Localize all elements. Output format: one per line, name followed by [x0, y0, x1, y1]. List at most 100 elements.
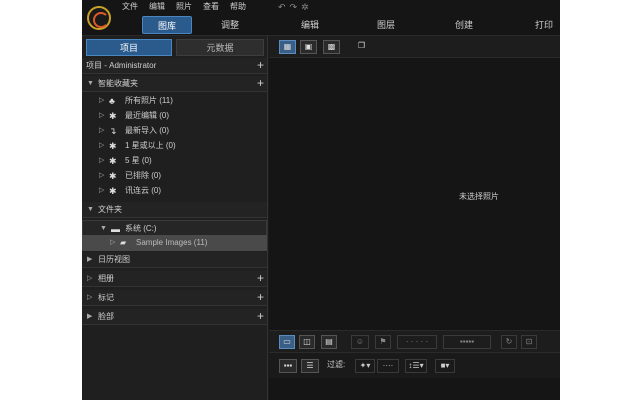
collapsed-arrow-icon[interactable]: ▷ [99, 93, 104, 109]
grid-view-icon[interactable]: ▩ [323, 40, 340, 54]
folders-header[interactable]: ▼ 文件夹 [82, 202, 267, 218]
tab-print[interactable]: 打印 [524, 16, 560, 34]
tab-projects[interactable]: 项目 [86, 39, 172, 56]
color-filter-icon[interactable]: ■▾ [435, 359, 455, 373]
menu-file[interactable]: 文件 [122, 1, 138, 13]
collapsed-arrow-icon[interactable]: ▶ [87, 252, 92, 268]
folder-label: Sample Images (11) [136, 238, 208, 247]
module-tabs: 图库 调整 编辑 图层 创建 打印 [82, 16, 560, 34]
drive-item[interactable]: ▼ ▬ 系统 (C:) [82, 220, 267, 236]
add-face-icon[interactable]: + [257, 309, 264, 324]
color-labels-icon[interactable]: ▪▪▪▪▪ [443, 335, 491, 349]
sort-icon[interactable]: ↕☰▾ [405, 359, 427, 373]
magic-wand-icon: ✱ [109, 111, 117, 121]
menu-edit[interactable]: 编辑 [149, 1, 165, 13]
collapsed-arrow-icon[interactable]: ▷ [99, 153, 104, 169]
collapsed-arrow-icon[interactable]: ▷ [87, 271, 92, 287]
no-photo-selected-message: 未选择照片 [459, 192, 499, 201]
smart-collection-one-star[interactable]: ▷ ✱ 1 星或以上 (0) [82, 138, 267, 154]
filter-icon[interactable]: ✦▾ [355, 359, 375, 373]
folders-label: 文件夹 [98, 205, 122, 214]
collapsed-arrow-icon[interactable]: ▷ [99, 138, 104, 154]
settings-icon[interactable]: ✲ [301, 1, 309, 13]
compare-view-icon[interactable]: ❐ [353, 40, 370, 54]
tab-metadata[interactable]: 元数据 [176, 39, 264, 56]
library-panel: 项目 元数据 项目 - Administrator + ▼ 智能收藏夹 + ▷ … [82, 36, 268, 400]
collection-label: 所有照片 (11) [125, 96, 173, 105]
rotate-icon[interactable]: ↻ [501, 335, 517, 349]
collapsed-arrow-icon[interactable]: ▷ [99, 168, 104, 184]
menu-photo[interactable]: 照片 [176, 1, 192, 13]
photo-browser: ▦ ▣ ▩ ❐ 未选择照片 ▭ ◫ ▤ ☺ ⚑ · · · · · ▪▪▪▪▪ … [269, 36, 560, 400]
smart-collection-five-star[interactable]: ▷ ✱ 5 星 (0) [82, 153, 267, 169]
tags-header[interactable]: ▷ 标记 + [82, 290, 267, 306]
smart-collection-recent-imports[interactable]: ▷ ↴ 最新导入 (0) [82, 123, 267, 139]
person-tag-icon[interactable]: ☺ [351, 335, 369, 349]
menu-bar: 文件 编辑 照片 查看 帮助 [122, 1, 246, 13]
albums-header[interactable]: ▷ 相册 + [82, 271, 267, 287]
expanded-arrow-icon[interactable]: ▼ [87, 202, 94, 218]
collection-label: 1 星或以上 (0) [125, 141, 176, 150]
smart-collections-header[interactable]: ▼ 智能收藏夹 + [82, 76, 267, 92]
photos-icon: ♣ [109, 96, 115, 106]
app-window: 文件 编辑 照片 查看 帮助 ↶ ↷ ✲ 图库 调整 编辑 图层 创建 打印 项… [82, 0, 560, 400]
collapsed-arrow-icon[interactable]: ▶ [87, 309, 92, 325]
collapsed-arrow-icon[interactable]: ▷ [87, 290, 92, 306]
calendar-view-header[interactable]: ▶ 日历视图 [82, 252, 267, 268]
faces-header[interactable]: ▶ 脸部 + [82, 309, 267, 325]
list-view-icon[interactable]: ☰ [301, 359, 319, 373]
menu-help[interactable]: 帮助 [230, 1, 246, 13]
add-smart-collection-icon[interactable]: + [257, 76, 264, 91]
browser-bottom-toolbar: ▭ ◫ ▤ ☺ ⚑ · · · · · ▪▪▪▪▪ ↻ ⊡ [269, 330, 560, 352]
single-view-icon[interactable]: ▣ [300, 40, 317, 54]
quick-toolbar: ↶ ↷ ✲ [278, 1, 309, 13]
rating-dots-icon[interactable]: · · · · · [397, 335, 437, 349]
collapsed-arrow-icon[interactable]: ▷ [99, 108, 104, 124]
top-bar: 文件 编辑 照片 查看 帮助 ↶ ↷ ✲ 图库 调整 编辑 图层 创建 打印 [82, 0, 560, 36]
layout-double-icon[interactable]: ◫ [299, 335, 315, 349]
collection-label: 5 星 (0) [125, 156, 152, 165]
tab-adjust[interactable]: 调整 [210, 16, 250, 34]
redo-icon[interactable]: ↷ [290, 1, 298, 13]
add-project-icon[interactable]: + [257, 58, 264, 73]
collapsed-arrow-icon[interactable]: ▷ [99, 183, 104, 199]
flag-icon[interactable]: ⚑ [375, 335, 391, 349]
magic-wand-icon: ✱ [109, 186, 117, 196]
import-icon: ↴ [109, 126, 117, 136]
layout-grid-icon[interactable]: ▤ [321, 335, 337, 349]
thumbnail-view-icon[interactable]: ▦ [279, 40, 296, 54]
undo-icon[interactable]: ↶ [278, 1, 286, 13]
filter-toolbar: ▪▪▪ ☰ 过滤: ✦▾ ···· ↕☰▾ ■▾ [269, 352, 560, 378]
collapsed-arrow-icon[interactable]: ▷ [99, 123, 104, 139]
filter-rating-icon[interactable]: ···· [377, 359, 399, 373]
tab-edit[interactable]: 编辑 [290, 16, 330, 34]
add-tag-icon[interactable]: + [257, 290, 264, 305]
filter-label: 过滤: [327, 360, 346, 369]
tags-label: 标记 [98, 293, 114, 302]
smart-collection-excluded[interactable]: ▷ ✱ 已排除 (0) [82, 168, 267, 184]
add-album-icon[interactable]: + [257, 271, 264, 286]
collection-label: 最新导入 (0) [125, 126, 169, 135]
tab-create[interactable]: 创建 [444, 16, 484, 34]
smart-collection-recent-edits[interactable]: ▷ ✱ 最近编辑 (0) [82, 108, 267, 124]
smart-collection-all-photos[interactable]: ▷ ♣ 所有照片 (11) [82, 93, 267, 109]
panel-tabs: 项目 元数据 [86, 39, 264, 56]
tab-library[interactable]: 图库 [142, 16, 192, 34]
calendar-view-label: 日历视图 [98, 255, 130, 264]
faces-label: 脸部 [98, 312, 114, 321]
collection-label: 已排除 (0) [125, 171, 161, 180]
folder-item-sample-images[interactable]: ▷ ▰ Sample Images (11) [82, 235, 267, 251]
expanded-arrow-icon[interactable]: ▼ [87, 76, 94, 92]
menu-view[interactable]: 查看 [203, 1, 219, 13]
tab-layers[interactable]: 图层 [366, 16, 406, 34]
view-toolbar: ▦ ▣ ▩ ❐ [269, 36, 560, 58]
smart-collection-cloud[interactable]: ▷ ✱ 讯连云 (0) [82, 183, 267, 199]
albums-label: 相册 [98, 274, 114, 283]
collapsed-arrow-icon[interactable]: ▷ [110, 235, 115, 251]
project-header-label: 项目 - Administrator [86, 61, 157, 70]
layout-single-icon[interactable]: ▭ [279, 335, 295, 349]
list-dense-icon[interactable]: ▪▪▪ [279, 359, 297, 373]
magic-wand-icon: ✱ [109, 156, 117, 166]
collection-label: 最近编辑 (0) [125, 111, 169, 120]
fit-icon[interactable]: ⊡ [521, 335, 537, 349]
